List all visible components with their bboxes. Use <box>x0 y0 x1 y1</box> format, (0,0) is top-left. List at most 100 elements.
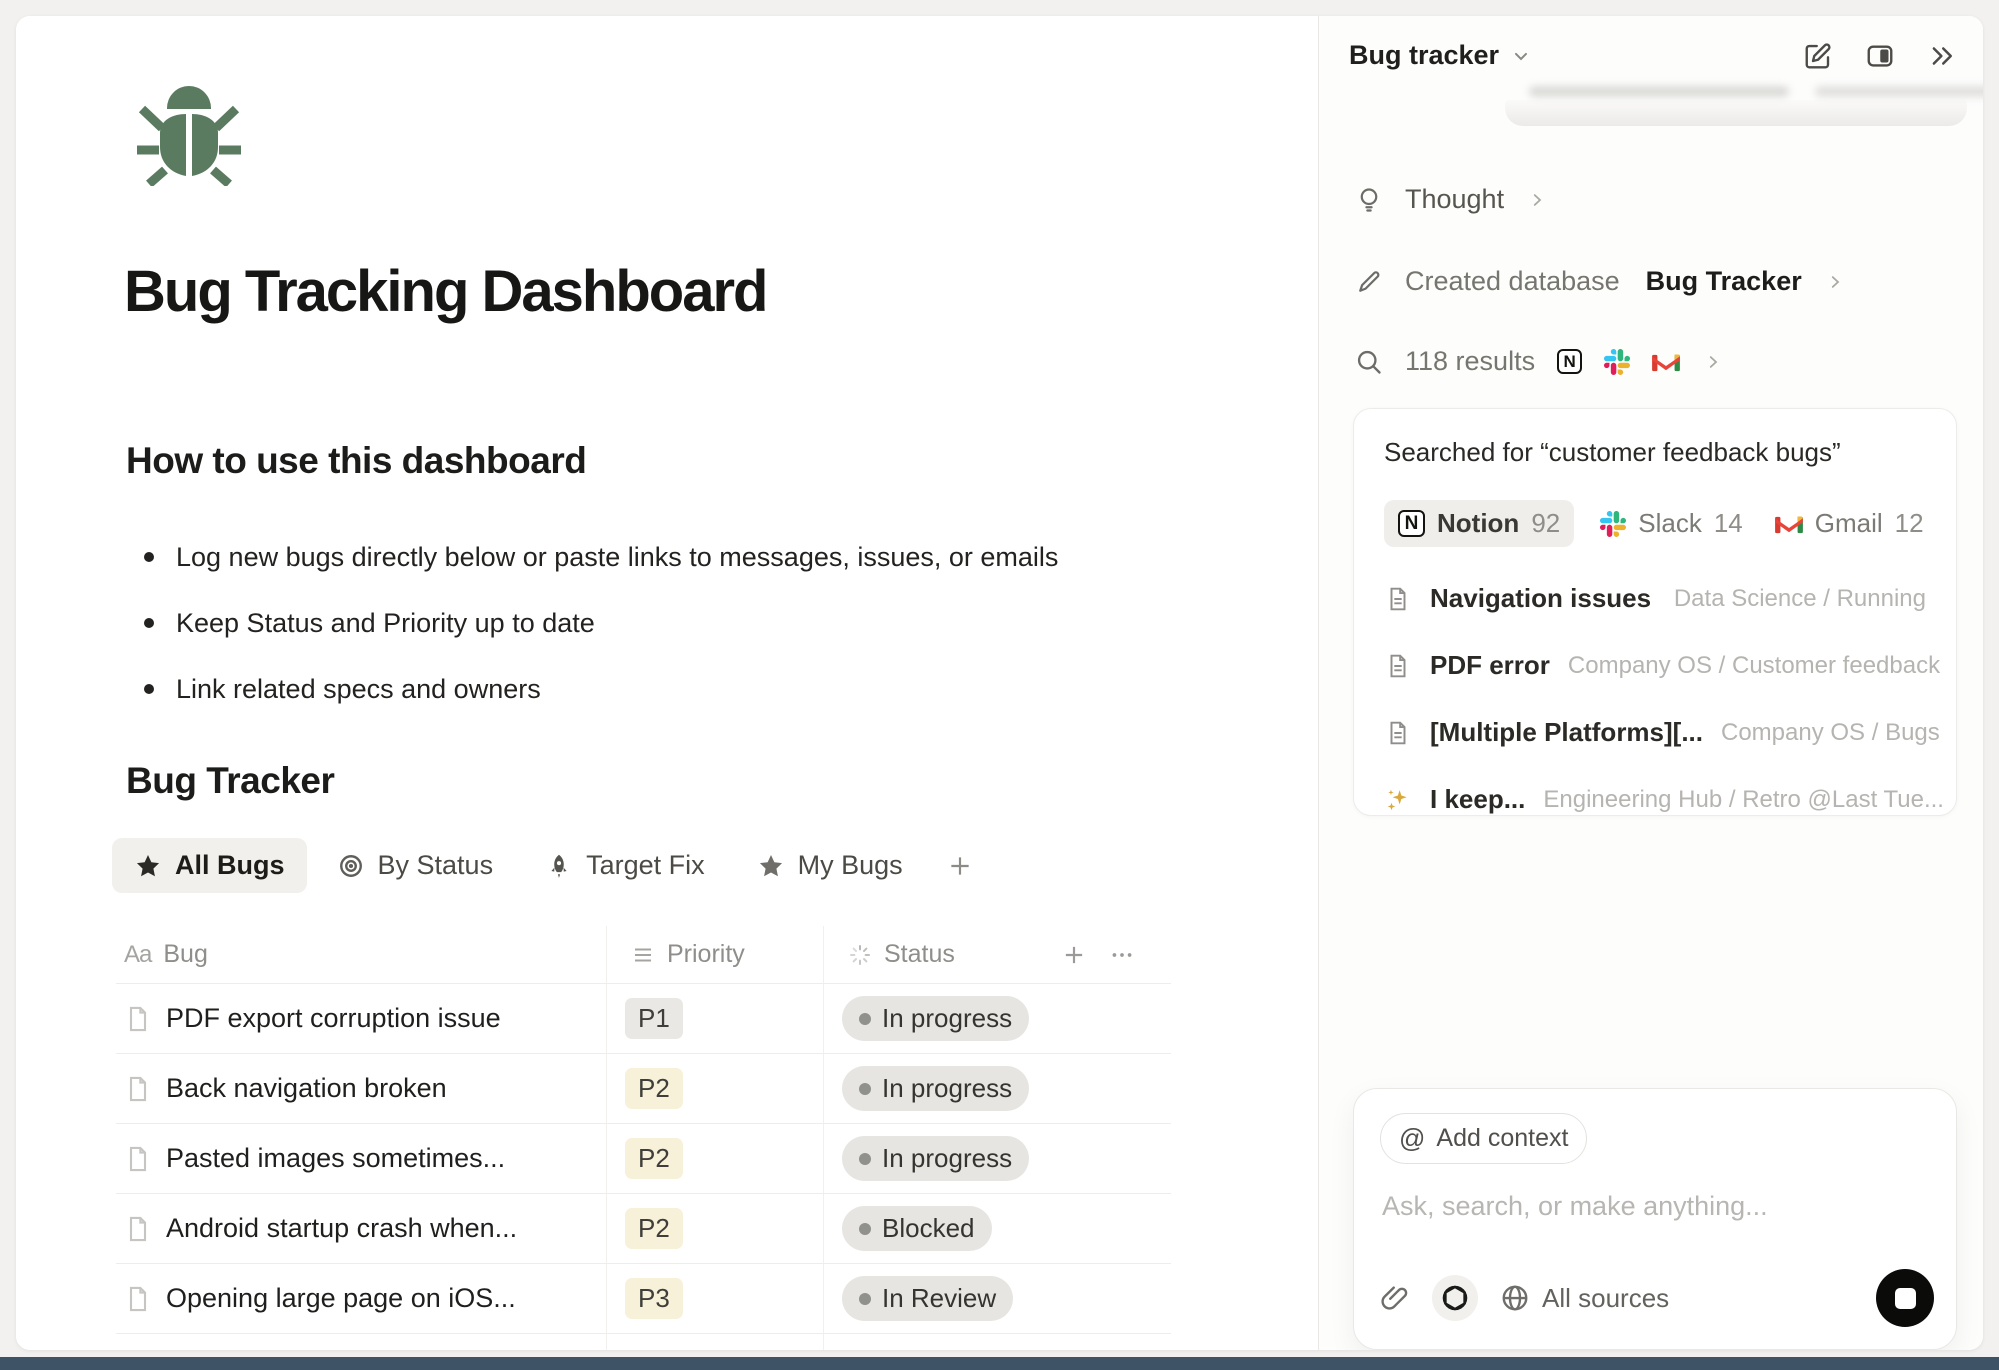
globe-icon <box>1500 1283 1530 1313</box>
result-title: PDF error <box>1430 650 1550 681</box>
priority-pill[interactable]: P2 <box>625 1208 683 1249</box>
search-result-row[interactable]: [Multiple Platforms][... Company OS / Bu… <box>1384 717 1926 748</box>
search-card-title: Searched for “customer feedback bugs” <box>1384 437 1926 468</box>
gmail-logo-icon <box>1775 513 1803 535</box>
stop-button[interactable] <box>1876 1269 1934 1327</box>
column-label: Priority <box>667 940 745 969</box>
at-icon: @ <box>1399 1123 1425 1154</box>
table-row[interactable]: Android startup crash when... P2 Blocked <box>116 1194 1171 1264</box>
step-created-database[interactable]: Created database Bug Tracker <box>1355 266 1844 297</box>
status-pill[interactable]: In Review <box>842 1276 1013 1321</box>
status-pill[interactable]: In progress <box>842 1066 1029 1111</box>
lightbulb-icon <box>1355 186 1383 214</box>
page-icon <box>1384 719 1412 747</box>
add-column-icon[interactable] <box>1061 942 1087 968</box>
source-chips: N Notion 92 Slack <box>1384 500 1926 547</box>
ask-input[interactable] <box>1380 1190 1886 1223</box>
result-title: I keep... <box>1430 784 1525 815</box>
search-result-row[interactable]: PDF error Company OS / Customer feedback <box>1384 650 1926 681</box>
stop-icon <box>1895 1288 1916 1309</box>
chip-label: Notion <box>1437 508 1519 539</box>
table-row[interactable]: PDF export corruption issue P1 In progre… <box>116 984 1171 1054</box>
result-title: Navigation issues <box>1430 583 1651 614</box>
table-header-row: Aa Bug Priority Status <box>116 926 1171 984</box>
status-pill[interactable]: Blocked <box>842 1206 992 1251</box>
collapse-panel-button[interactable] <box>1927 41 1957 71</box>
tab-my-bugs[interactable]: My Bugs <box>735 838 925 893</box>
chip-label: Gmail <box>1815 508 1883 539</box>
target-icon <box>337 852 365 880</box>
table-header-actions <box>1039 926 1171 984</box>
chevron-right-icon <box>1528 191 1546 209</box>
search-result-row[interactable]: Navigation issues Data Science / Running <box>1384 583 1926 614</box>
chip-gmail[interactable]: Gmail 12 <box>1769 500 1930 547</box>
chip-count: 14 <box>1714 508 1743 539</box>
result-meta: Company OS / Customer feedback <box>1568 652 1940 680</box>
step-label: 118 results <box>1405 346 1535 377</box>
priority-pill[interactable]: P2 <box>625 1068 683 1109</box>
search-icon <box>1355 348 1383 376</box>
tab-target-fix[interactable]: Target Fix <box>523 838 727 893</box>
table-row[interactable]: Opening large page on iOS... P3 In Revie… <box>116 1264 1171 1334</box>
new-chat-button[interactable] <box>1803 41 1833 71</box>
column-header-bug[interactable]: Aa Bug <box>116 926 606 984</box>
page-icon <box>124 1215 152 1243</box>
page-icon <box>124 1005 152 1033</box>
chip-count: 12 <box>1895 508 1924 539</box>
status-dot <box>859 1293 871 1305</box>
column-header-priority[interactable]: Priority <box>606 926 823 984</box>
priority-pill[interactable]: P1 <box>625 998 683 1039</box>
status-label: In progress <box>882 1003 1012 1034</box>
step-target: Bug Tracker <box>1646 266 1802 297</box>
paperclip-icon <box>1380 1283 1410 1313</box>
view-tabs: All Bugs By Status <box>112 838 987 893</box>
panel-title-dropdown[interactable]: Bug tracker <box>1349 40 1531 71</box>
tab-all-bugs[interactable]: All Bugs <box>112 838 307 893</box>
table-row[interactable]: Pasted images sometimes... P2 In progres… <box>116 1124 1171 1194</box>
bullet-item: Log new bugs directly below or paste lin… <box>126 524 1206 590</box>
page-icon <box>124 1145 152 1173</box>
star-icon <box>134 852 162 880</box>
result-meta: Data Science / Running <box>1674 585 1926 613</box>
panel-title: Bug tracker <box>1349 40 1499 71</box>
tab-by-status[interactable]: By Status <box>315 838 516 893</box>
priority-pill[interactable]: P2 <box>625 1138 683 1179</box>
chip-notion[interactable]: N Notion 92 <box>1384 500 1574 547</box>
table-row[interactable]: Back navigation broken P2 In progress <box>116 1054 1171 1124</box>
column-header-status[interactable]: Status <box>823 926 1039 984</box>
howto-heading: How to use this dashboard <box>126 440 586 482</box>
all-sources-button[interactable]: All sources <box>1500 1283 1669 1314</box>
status-label: In Review <box>882 1283 996 1314</box>
bug-title: Opening large page on iOS... <box>166 1283 516 1314</box>
step-thought[interactable]: Thought <box>1355 184 1546 215</box>
add-context-button[interactable]: @ Add context <box>1380 1113 1587 1164</box>
attach-button[interactable] <box>1380 1283 1410 1313</box>
page-icon <box>1384 652 1412 680</box>
page-icon <box>1384 585 1412 613</box>
status-pill[interactable]: In progress <box>842 996 1029 1041</box>
ai-side-panel: Bug tracker <box>1318 16 1983 1350</box>
sparkles-icon <box>1384 786 1412 814</box>
status-dot <box>859 1013 871 1025</box>
bug-title: Android startup crash when... <box>166 1213 517 1244</box>
model-selector-button[interactable] <box>1432 1275 1478 1321</box>
chevron-down-icon <box>1511 46 1531 66</box>
table-row-partial <box>116 1334 1171 1350</box>
rocket-icon <box>545 852 573 880</box>
step-label: Thought <box>1405 184 1504 215</box>
status-label: In progress <box>882 1143 1012 1174</box>
step-search-results[interactable]: 118 results N <box>1355 346 1722 377</box>
chip-label: Slack <box>1638 508 1702 539</box>
toggle-panel-button[interactable] <box>1865 41 1895 71</box>
chip-slack[interactable]: Slack 14 <box>1594 500 1749 547</box>
page-title: Bug Tracking Dashboard <box>124 258 766 325</box>
status-pill[interactable]: In progress <box>842 1136 1029 1181</box>
status-dot <box>859 1153 871 1165</box>
column-label: Bug <box>163 940 207 969</box>
chevron-right-icon <box>1826 273 1844 291</box>
add-view-button[interactable] <box>933 843 987 889</box>
chevron-right-icon <box>1704 353 1722 371</box>
priority-pill[interactable]: P3 <box>625 1278 683 1319</box>
search-result-row[interactable]: I keep... Engineering Hub / Retro @Last … <box>1384 784 1926 815</box>
more-options-icon[interactable] <box>1109 942 1135 968</box>
